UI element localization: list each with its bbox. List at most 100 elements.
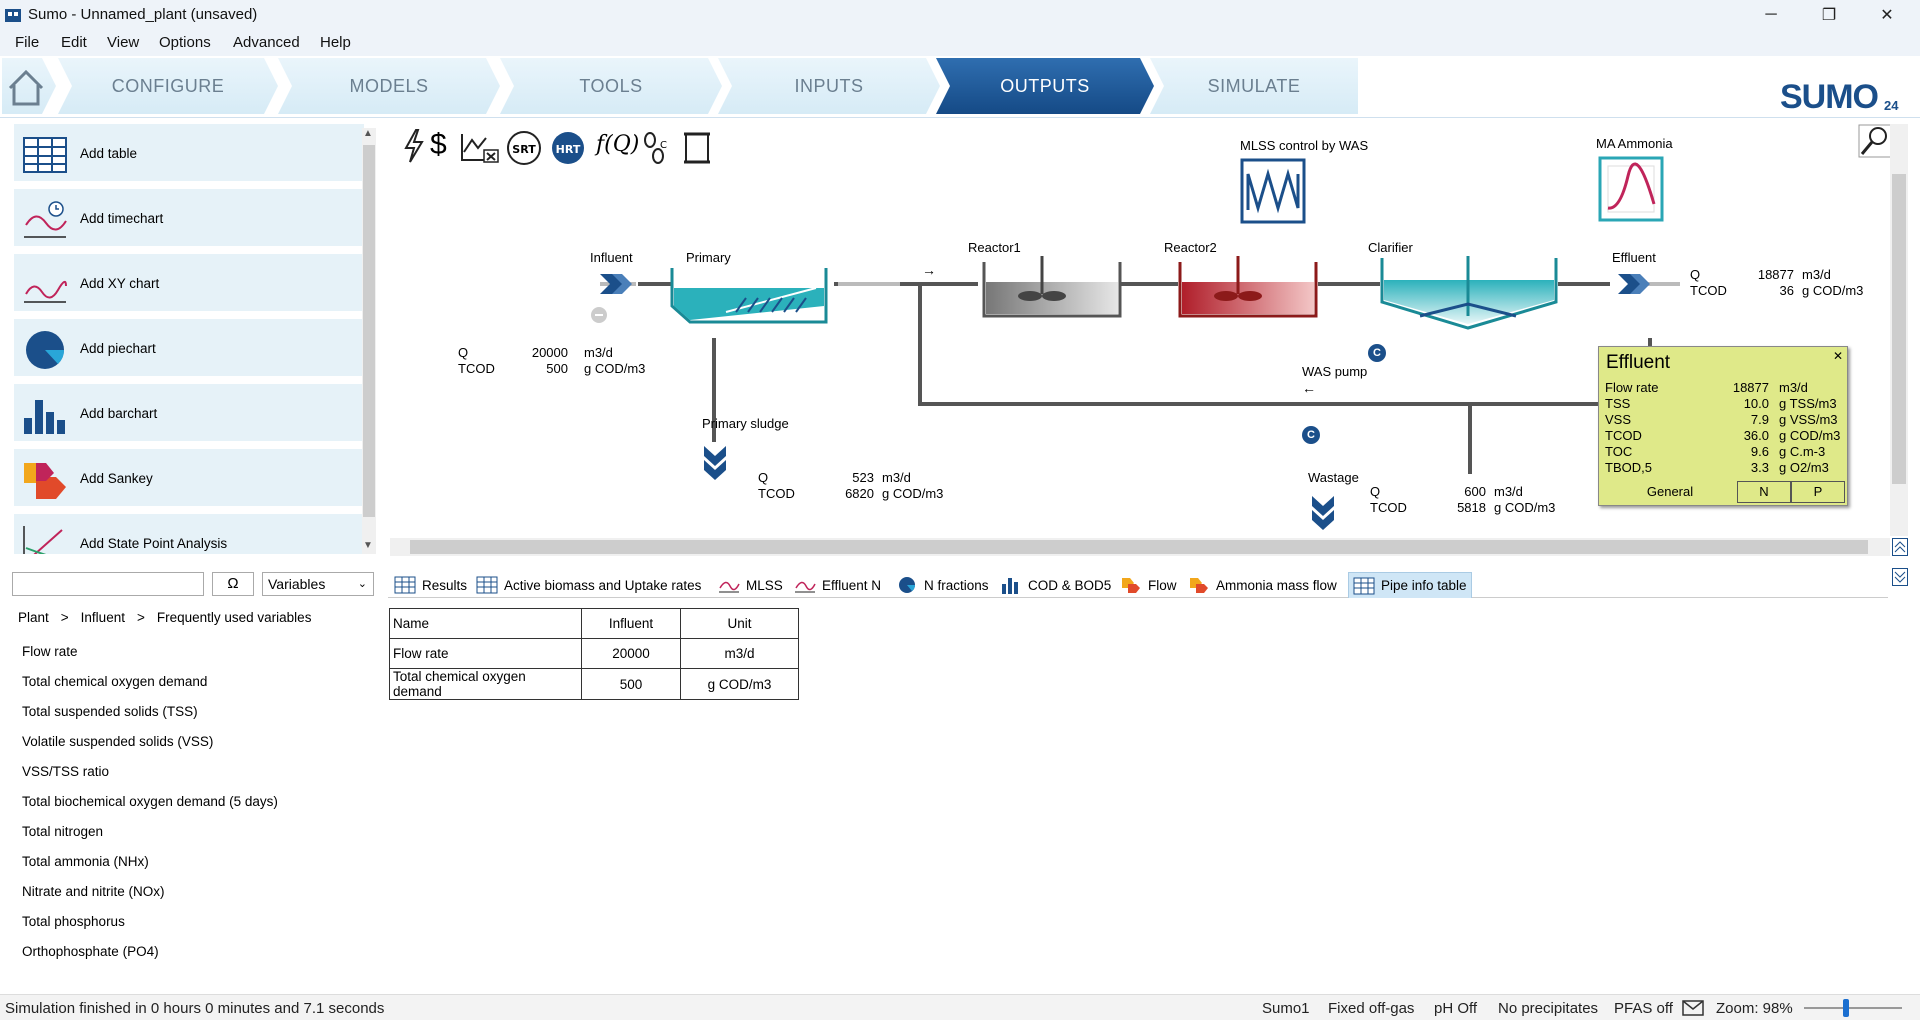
- tab-configure[interactable]: CONFIGURE: [58, 58, 278, 114]
- wastage-outlet-icon[interactable]: [1310, 492, 1336, 530]
- breadcrumb-plant[interactable]: Plant: [18, 610, 49, 625]
- add-barchart-button[interactable]: Add barchart: [14, 384, 364, 445]
- add-state-point-analysis-button[interactable]: Add State Point Analysis: [14, 514, 364, 558]
- controller-badge-was[interactable]: C: [1302, 426, 1320, 444]
- sumo-app-icon: [5, 9, 21, 22]
- variable-search-input[interactable]: [12, 572, 204, 596]
- tab-inputs[interactable]: INPUTS: [718, 58, 940, 114]
- menu-edit[interactable]: Edit: [61, 34, 87, 51]
- sumo-logo: SUMO 24: [1780, 78, 1899, 116]
- collapse-down-icon[interactable]: [1892, 568, 1908, 586]
- tab-tools[interactable]: TOOLS: [500, 58, 722, 114]
- table-header: Unit: [680, 608, 799, 639]
- mail-icon[interactable]: [1682, 1000, 1704, 1016]
- add-xy-chart-button[interactable]: Add XY chart: [14, 254, 364, 315]
- reactor1-label: Reactor1: [968, 240, 1021, 255]
- menu-options[interactable]: Options: [159, 34, 211, 51]
- effluent-box-unit: m3/d: [1779, 380, 1808, 395]
- add-state-point-label: Add State Point Analysis: [80, 536, 228, 551]
- primary-sludge-tcod-value: 6820: [845, 486, 874, 501]
- diagram-horizontal-scroll-thumb[interactable]: [410, 540, 1868, 554]
- variable-item[interactable]: Total ammonia (NHx): [22, 854, 149, 869]
- variable-item[interactable]: Volatile suspended solids (VSS): [22, 734, 213, 749]
- zoom-slider-thumb[interactable]: [1843, 999, 1849, 1017]
- tab-outputs[interactable]: OUTPUTS: [936, 58, 1154, 114]
- menu-help[interactable]: Help: [320, 34, 351, 51]
- tab-pipe-info-table[interactable]: Pipe info table: [1348, 572, 1472, 598]
- reactor2-icon[interactable]: [1178, 256, 1318, 318]
- clarifier-icon[interactable]: [1380, 256, 1560, 332]
- sankey-icon: [1190, 578, 1208, 593]
- add-sankey-button[interactable]: Add Sankey: [14, 449, 364, 510]
- primary-sludge-q-unit: m3/d: [882, 470, 911, 485]
- reactor1-icon[interactable]: [982, 256, 1122, 318]
- variable-item[interactable]: Total chemical oxygen demand: [22, 674, 207, 689]
- status-pfas[interactable]: PFAS off: [1614, 1000, 1673, 1017]
- menu-view[interactable]: View: [107, 34, 139, 51]
- status-zoom: Zoom: 98%: [1716, 1000, 1793, 1017]
- primary-clarifier-icon[interactable]: [666, 266, 828, 330]
- variable-item[interactable]: Orthophosphate (PO4): [22, 944, 159, 959]
- status-offgas[interactable]: Fixed off-gas: [1328, 1000, 1414, 1017]
- tab-models[interactable]: MODELS: [278, 58, 500, 114]
- tab-mlss[interactable]: MLSS: [714, 572, 787, 598]
- diagram-vertical-scroll-thumb[interactable]: [1892, 174, 1906, 484]
- status-ph[interactable]: pH Off: [1434, 1000, 1477, 1017]
- menu-advanced[interactable]: Advanced: [233, 34, 300, 51]
- status-precipitates[interactable]: No precipitates: [1498, 1000, 1598, 1017]
- output-tab-bar: Results Active biomass and Uptake rates …: [388, 566, 1888, 598]
- variable-item[interactable]: Total nitrogen: [22, 824, 103, 839]
- variable-item[interactable]: Flow rate: [22, 644, 78, 659]
- status-model[interactable]: Sumo1: [1262, 1000, 1310, 1017]
- flow-right-arrow-icon: →: [922, 262, 936, 278]
- breadcrumb-influent[interactable]: Influent: [81, 610, 125, 625]
- menu-file[interactable]: File: [15, 34, 39, 51]
- controller-badge[interactable]: C: [1368, 344, 1386, 362]
- effluent-tab-p[interactable]: P: [1791, 481, 1845, 503]
- breadcrumb-separator: >: [136, 610, 145, 625]
- tab-cod-bod5[interactable]: COD & BOD5: [996, 572, 1115, 598]
- tab-n-fractions[interactable]: N fractions: [892, 572, 993, 598]
- tab-active-biomass[interactable]: Active biomass and Uptake rates: [472, 572, 705, 598]
- tab-effluent-n[interactable]: Effluent N: [790, 572, 885, 598]
- tab-ammonia-mass-flow[interactable]: Ammonia mass flow: [1184, 572, 1341, 598]
- close-window-button[interactable]: ✕: [1864, 0, 1910, 30]
- omega-button[interactable]: Ω: [212, 572, 254, 596]
- tab-flow[interactable]: Flow: [1116, 572, 1181, 598]
- collapse-up-icon[interactable]: [1892, 538, 1908, 556]
- effluent-icon[interactable]: [1616, 272, 1656, 296]
- primary-sludge-outlet-icon[interactable]: [702, 442, 728, 480]
- left-panel-scroll-thumb[interactable]: [363, 145, 375, 517]
- effluent-box-label: TCOD: [1605, 428, 1642, 443]
- scroll-up-arrow-icon[interactable]: ▲: [363, 128, 373, 139]
- tab-n-fractions-label: N fractions: [924, 577, 989, 593]
- breadcrumb-frequent[interactable]: Frequently used variables: [157, 610, 312, 625]
- tab-simulate[interactable]: SIMULATE: [1150, 58, 1358, 114]
- variable-item[interactable]: Total biochemical oxygen demand (5 days): [22, 794, 278, 809]
- influent-q-unit: m3/d: [584, 345, 613, 360]
- scroll-down-arrow-icon[interactable]: ▼: [363, 540, 373, 551]
- variable-item[interactable]: Total suspended solids (TSS): [22, 704, 198, 719]
- effluent-box-value: 18877: [1732, 380, 1769, 395]
- effluent-tab-general[interactable]: General: [1603, 481, 1737, 503]
- ammonia-controller-icon[interactable]: [1598, 156, 1664, 222]
- effluent-tab-n[interactable]: N: [1737, 481, 1791, 503]
- add-timechart-button[interactable]: Add timechart: [14, 189, 364, 250]
- timechart-icon: [24, 201, 67, 238]
- effluent-box-close-icon[interactable]: ✕: [1833, 349, 1843, 363]
- mlss-controller-icon[interactable]: [1240, 158, 1306, 224]
- restore-button[interactable]: ❐: [1806, 0, 1852, 30]
- tab-results[interactable]: Results: [390, 572, 471, 598]
- zoom-slider-track[interactable]: [1804, 1007, 1902, 1009]
- add-table-button[interactable]: Add table: [14, 124, 364, 185]
- variable-type-select[interactable]: Variables ⌄: [262, 572, 374, 596]
- add-piechart-button[interactable]: Add piechart: [14, 319, 364, 380]
- wastage-q-value: 600: [1464, 484, 1486, 499]
- home-button[interactable]: [2, 58, 56, 114]
- influent-icon[interactable]: [598, 272, 638, 296]
- effluent-q-value: 18877: [1757, 267, 1794, 282]
- variable-item[interactable]: VSS/TSS ratio: [22, 764, 109, 779]
- variable-item[interactable]: Total phosphorus: [22, 914, 125, 929]
- minimize-button[interactable]: ─: [1748, 0, 1794, 30]
- variable-item[interactable]: Nitrate and nitrite (NOx): [22, 884, 165, 899]
